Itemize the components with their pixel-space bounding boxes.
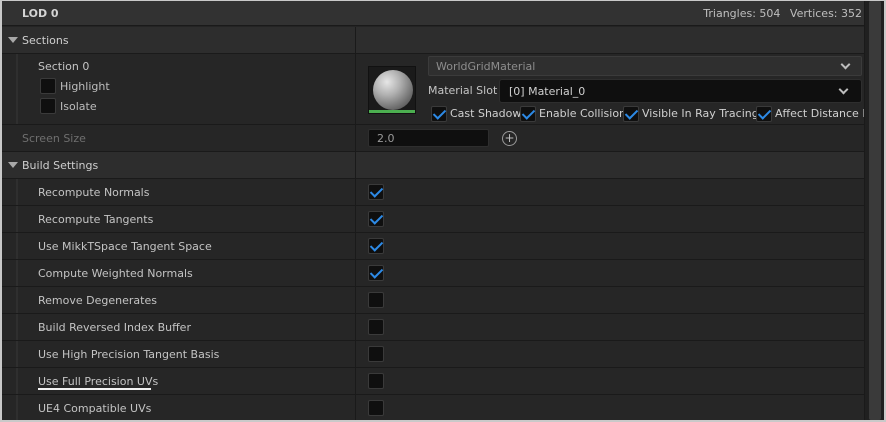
sections-header: Sections: [22, 34, 69, 47]
material-slot-label: Material Slot: [428, 84, 498, 97]
compute-weighted-normals-row: Compute Weighted Normals: [2, 260, 864, 287]
cast-shadow-label: Cast Shadow: [450, 107, 522, 120]
column-divider[interactable]: [355, 341, 356, 367]
indent-guide: [16, 233, 18, 259]
column-divider[interactable]: [355, 152, 356, 178]
indent-guide: [16, 368, 18, 394]
column-divider[interactable]: [355, 54, 356, 124]
ue4-compatible-uvs-checkbox[interactable]: [368, 400, 384, 416]
affect-distance-field-label: Affect Distance F: [775, 107, 864, 120]
recompute-normals-label: Recompute Normals: [38, 186, 150, 199]
material-preview-sphere: [373, 70, 413, 110]
sections-category[interactable]: Sections: [2, 27, 864, 54]
recompute-normals-checkbox[interactable]: [368, 184, 384, 200]
full-precision-uvs-row: Use Full Precision UVs: [2, 368, 864, 395]
indent-guide: [16, 395, 18, 420]
material-picker[interactable]: WorldGridMaterial: [428, 56, 862, 76]
screen-size-row: Screen Size 2.0 +: [2, 125, 864, 152]
triangles-count: Triangles: 504: [703, 7, 781, 20]
recompute-tangents-label: Recompute Tangents: [38, 213, 154, 226]
highlight-label: Highlight: [60, 80, 110, 93]
vertices-count: Vertices: 352: [789, 7, 862, 20]
compute-weighted-normals-label: Compute Weighted Normals: [38, 267, 193, 280]
ue4-compatible-uvs-label: UE4 Compatible UVs: [38, 402, 152, 415]
high-precision-tangent-basis-label: Use High Precision Tangent Basis: [38, 348, 220, 361]
column-divider[interactable]: [355, 287, 356, 313]
screen-size-input[interactable]: 2.0: [368, 129, 489, 147]
scrollbar-thumb[interactable]: [869, 1, 881, 420]
visible-in-ray-tracing-checkbox[interactable]: [623, 106, 639, 122]
column-divider[interactable]: [355, 395, 356, 420]
indent-guide: [16, 54, 18, 124]
material-name: WorldGridMaterial: [436, 60, 536, 73]
expand-arrow-icon[interactable]: [8, 37, 18, 43]
expand-arrow-icon[interactable]: [8, 162, 18, 168]
material-thumbnail[interactable]: [368, 66, 416, 114]
material-slot-dropdown[interactable]: [0] Material_0: [499, 79, 862, 103]
affect-distance-field-checkbox[interactable]: [756, 106, 772, 122]
cast-shadow-checkbox[interactable]: [431, 106, 447, 122]
highlight-underline: [38, 388, 151, 390]
build-settings-header: Build Settings: [22, 159, 99, 172]
recompute-normals-row: Recompute Normals: [2, 179, 864, 206]
details-panel: LOD 0 Triangles: 504 Vertices: 352 Secti…: [2, 1, 864, 420]
material-slot-value: [0] Material_0: [509, 85, 586, 98]
indent-guide: [16, 287, 18, 313]
indent-guide: [16, 179, 18, 205]
indent-guide: [16, 260, 18, 286]
lod-stats: Triangles: 504 Vertices: 352: [697, 7, 862, 20]
use-mikktspace-row: Use MikkTSpace Tangent Space: [2, 233, 864, 260]
use-mikktspace-checkbox[interactable]: [368, 238, 384, 254]
add-icon[interactable]: +: [502, 131, 517, 146]
column-divider[interactable]: [355, 368, 356, 394]
details-panel-frame: LOD 0 Triangles: 504 Vertices: 352 Secti…: [2, 1, 884, 420]
recompute-tangents-row: Recompute Tangents: [2, 206, 864, 233]
chevron-down-icon: [840, 59, 851, 70]
column-divider[interactable]: [355, 233, 356, 259]
column-divider[interactable]: [355, 179, 356, 205]
build-reversed-index-buffer-row: Build Reversed Index Buffer: [2, 314, 864, 341]
section-name: Section 0: [38, 60, 90, 73]
thumbnail-color-bar: [369, 110, 415, 113]
isolate-label: Isolate: [60, 100, 97, 113]
column-divider[interactable]: [355, 125, 356, 151]
high-precision-tangent-basis-checkbox[interactable]: [368, 346, 384, 362]
indent-guide: [16, 206, 18, 232]
lod-header[interactable]: LOD 0 Triangles: 504 Vertices: 352: [2, 1, 864, 26]
indent-guide: [16, 314, 18, 340]
column-divider[interactable]: [355, 27, 356, 53]
column-divider[interactable]: [355, 260, 356, 286]
lod-title: LOD 0: [22, 7, 59, 20]
highlight-checkbox[interactable]: [40, 78, 56, 94]
remove-degenerates-row: Remove Degenerates: [2, 287, 864, 314]
build-reversed-index-buffer-checkbox[interactable]: [368, 319, 384, 335]
chevron-down-icon: [838, 84, 849, 95]
remove-degenerates-checkbox[interactable]: [368, 292, 384, 308]
high-precision-tangent-basis-row: Use High Precision Tangent Basis: [2, 341, 864, 368]
remove-degenerates-label: Remove Degenerates: [38, 294, 157, 307]
isolate-checkbox[interactable]: [40, 98, 56, 114]
ue4-compatible-uvs-row: UE4 Compatible UVs: [2, 395, 864, 420]
screen-size-label: Screen Size: [22, 132, 86, 145]
vertical-scrollbar[interactable]: [864, 1, 884, 420]
column-divider[interactable]: [355, 314, 356, 340]
column-divider[interactable]: [355, 206, 356, 232]
indent-guide: [16, 341, 18, 367]
enable-collision-label: Enable Collision: [539, 107, 627, 120]
build-reversed-index-buffer-label: Build Reversed Index Buffer: [38, 321, 191, 334]
compute-weighted-normals-checkbox[interactable]: [368, 265, 384, 281]
full-precision-uvs-label: Use Full Precision UVs: [38, 375, 159, 388]
visible-in-ray-tracing-label: Visible In Ray Tracing: [642, 107, 759, 120]
section-0-row: Section 0 Highlight Isolate WorldGridMat…: [2, 54, 864, 125]
use-mikktspace-label: Use MikkTSpace Tangent Space: [38, 240, 212, 253]
build-settings-category[interactable]: Build Settings: [2, 152, 864, 179]
enable-collision-checkbox[interactable]: [520, 106, 536, 122]
full-precision-uvs-checkbox[interactable]: [368, 373, 384, 389]
screen-size-value: 2.0: [377, 132, 395, 145]
recompute-tangents-checkbox[interactable]: [368, 211, 384, 227]
